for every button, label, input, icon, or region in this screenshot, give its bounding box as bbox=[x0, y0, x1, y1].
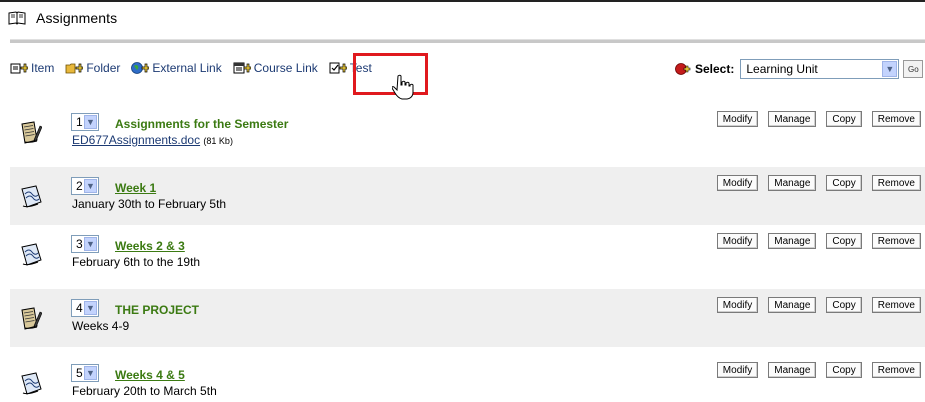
list-item: 4 ▼ THE PROJECT Weeks 4-9 Modify Manage Copy Re… bbox=[10, 289, 925, 347]
order-value: 5 bbox=[76, 366, 83, 380]
remove-button[interactable]: Remove bbox=[871, 233, 921, 249]
order-value: 1 bbox=[76, 115, 83, 129]
order-select[interactable]: 3 ▼ bbox=[71, 235, 99, 253]
learning-unit-icon bbox=[20, 184, 42, 210]
add-external-link-icon bbox=[131, 61, 150, 75]
select-area: Select: Learning Unit ▼ Go bbox=[675, 58, 924, 80]
modify-button[interactable]: Modify bbox=[716, 297, 759, 313]
learning-unit-icon bbox=[20, 242, 42, 268]
add-folder-button[interactable]: Folder bbox=[65, 61, 120, 75]
add-test-icon bbox=[329, 61, 348, 75]
item-title[interactable]: Weeks 4 & 5 bbox=[115, 368, 185, 382]
remove-button[interactable]: Remove bbox=[871, 297, 921, 313]
list-item: 2 ▼ Week 1 January 30th to February 5th Modi… bbox=[10, 167, 925, 225]
row-actions: Modify Manage Copy Remove bbox=[707, 233, 921, 249]
remove-button[interactable]: Remove bbox=[871, 111, 921, 127]
item-date-range: January 30th to February 5th bbox=[72, 197, 227, 211]
header-divider bbox=[10, 39, 925, 43]
item-title[interactable]: Weeks 2 & 3 bbox=[115, 239, 185, 253]
order-box[interactable]: 5 ▼ bbox=[71, 364, 99, 382]
modify-button[interactable]: Modify bbox=[716, 233, 759, 249]
item-date-range: February 20th to March 5th bbox=[72, 384, 217, 398]
row-actions: Modify Manage Copy Remove bbox=[707, 362, 921, 378]
add-external-link-button[interactable]: External Link bbox=[131, 61, 222, 75]
add-item-icon bbox=[10, 61, 29, 75]
order-value: 2 bbox=[76, 179, 83, 193]
manage-button[interactable]: Manage bbox=[768, 175, 817, 191]
copy-button[interactable]: Copy bbox=[826, 233, 862, 249]
attachment-link[interactable]: ED677Assignments.doc bbox=[72, 133, 200, 147]
copy-button[interactable]: Copy bbox=[826, 111, 862, 127]
order-select[interactable]: 4 ▼ bbox=[71, 299, 99, 317]
item-title: Assignments for the Semester bbox=[115, 117, 289, 131]
manage-button[interactable]: Manage bbox=[768, 233, 817, 249]
attachment-size: (81 Kb) bbox=[203, 136, 233, 146]
chevron-down-icon[interactable]: ▼ bbox=[882, 61, 898, 77]
add-folder-icon bbox=[65, 61, 84, 75]
select-label: Select: bbox=[695, 62, 735, 76]
add-selected-icon bbox=[675, 62, 691, 76]
go-button[interactable]: Go bbox=[903, 60, 924, 78]
order-select[interactable]: 5 ▼ bbox=[71, 364, 99, 382]
hand-pointer-cursor-icon bbox=[391, 74, 414, 100]
list-item: 5 ▼ Weeks 4 & 5 February 20th to March 5th M… bbox=[10, 354, 925, 402]
modify-button[interactable]: Modify bbox=[716, 362, 759, 378]
chevron-down-icon[interactable]: ▼ bbox=[84, 115, 97, 129]
add-course-link-button[interactable]: Course Link bbox=[233, 61, 318, 75]
order-value: 4 bbox=[76, 301, 83, 315]
order-box[interactable]: 3 ▼ bbox=[71, 235, 99, 253]
remove-button[interactable]: Remove bbox=[871, 175, 921, 191]
item-description: ED677Assignments.doc (81 Kb) bbox=[72, 133, 233, 147]
add-item-button[interactable]: Item bbox=[10, 61, 54, 75]
chevron-down-icon[interactable]: ▼ bbox=[84, 301, 97, 315]
manage-button[interactable]: Manage bbox=[768, 111, 817, 127]
item-description: Weeks 4-9 bbox=[72, 319, 129, 333]
order-box[interactable]: 4 ▼ bbox=[71, 299, 99, 317]
page-header: Assignments bbox=[8, 8, 117, 28]
list-item: 3 ▼ Weeks 2 & 3 February 6th to the 19th Mod… bbox=[10, 225, 925, 283]
order-value: 3 bbox=[76, 237, 83, 251]
item-date-range: Weeks 4-9 bbox=[72, 319, 130, 333]
chevron-down-icon[interactable]: ▼ bbox=[84, 237, 97, 251]
modify-button[interactable]: Modify bbox=[716, 111, 759, 127]
book-icon bbox=[8, 11, 26, 25]
order-box[interactable]: 1 ▼ bbox=[71, 113, 99, 131]
order-box[interactable]: 2 ▼ bbox=[71, 177, 99, 195]
content-type-select[interactable]: Learning Unit ▼ bbox=[740, 59, 900, 79]
list-item: 1 ▼ Assignments for the Semester ED677Assig… bbox=[10, 103, 925, 161]
copy-button[interactable]: Copy bbox=[826, 362, 862, 378]
modify-button[interactable]: Modify bbox=[716, 175, 759, 191]
chevron-down-icon[interactable]: ▼ bbox=[84, 366, 97, 380]
row-actions: Modify Manage Copy Remove bbox=[707, 297, 921, 313]
remove-button[interactable]: Remove bbox=[871, 362, 921, 378]
test-highlight-box bbox=[353, 53, 428, 95]
item-title[interactable]: Week 1 bbox=[115, 181, 156, 195]
row-actions: Modify Manage Copy Remove bbox=[707, 111, 921, 127]
assignment-icon bbox=[20, 306, 43, 332]
item-description: January 30th to February 5th bbox=[72, 197, 226, 211]
copy-button[interactable]: Copy bbox=[826, 175, 862, 191]
select-value: Learning Unit bbox=[746, 62, 818, 76]
learning-unit-icon bbox=[20, 371, 42, 397]
manage-button[interactable]: Manage bbox=[768, 362, 817, 378]
order-select[interactable]: 1 ▼ bbox=[71, 113, 99, 131]
top-border bbox=[0, 0, 925, 2]
order-select[interactable]: 2 ▼ bbox=[71, 177, 99, 195]
add-content-toolbar: Item Folder External Link Course Link Te… bbox=[10, 58, 383, 78]
item-description: February 6th to the 19th bbox=[72, 255, 200, 269]
copy-button[interactable]: Copy bbox=[826, 297, 862, 313]
item-date-range: February 6th to the 19th bbox=[72, 255, 201, 269]
item-title: THE PROJECT bbox=[115, 303, 200, 317]
assignment-icon bbox=[20, 120, 43, 146]
item-description: February 20th to March 5th bbox=[72, 384, 217, 398]
row-actions: Modify Manage Copy Remove bbox=[707, 175, 921, 191]
chevron-down-icon[interactable]: ▼ bbox=[84, 179, 97, 193]
manage-button[interactable]: Manage bbox=[768, 297, 817, 313]
page-title: Assignments bbox=[36, 10, 118, 26]
add-course-link-icon bbox=[233, 61, 252, 75]
